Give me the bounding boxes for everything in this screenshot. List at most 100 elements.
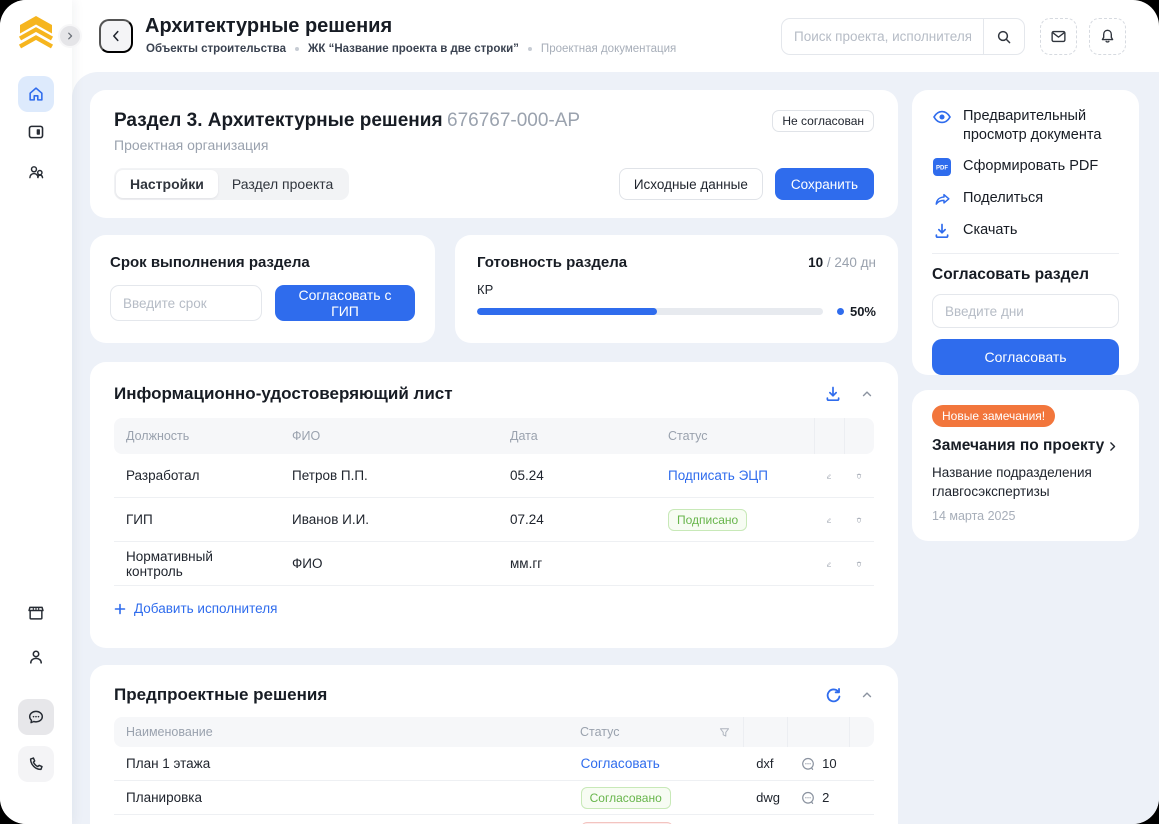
sidebar-item-chat[interactable] — [18, 699, 54, 735]
days-counter: 10 / 240 дн — [808, 255, 876, 270]
remarks-date: 14 марта 2025 — [932, 509, 1119, 523]
save-button[interactable]: Сохранить — [775, 168, 874, 200]
breadcrumb-item[interactable]: Объекты строительства — [146, 43, 286, 55]
chevron-up-icon — [860, 387, 874, 401]
signed-badge: Подписано — [668, 509, 747, 531]
edit-row-button[interactable] — [814, 556, 844, 572]
readiness-card: Готовность раздела 10 / 240 дн КР 50% — [455, 235, 898, 343]
app-logo — [14, 13, 58, 57]
messages-button[interactable] — [1040, 18, 1077, 55]
delete-row-button[interactable] — [844, 512, 874, 528]
table-row-partial — [114, 815, 874, 824]
deadline-title: Срок выполнения раздела — [110, 254, 415, 271]
sidebar-expand-button[interactable] — [58, 24, 82, 48]
status-column-label: Статус — [580, 725, 620, 739]
collapse-section-button[interactable] — [860, 387, 874, 401]
days-total: / 240 дн — [827, 255, 876, 270]
percent-value: 50% — [850, 304, 876, 319]
download-action[interactable]: Скачать — [932, 221, 1119, 241]
projects-icon — [27, 123, 45, 141]
table-row: Планировка Согласовано dwg 2 — [114, 781, 874, 815]
svg-text:PDF: PDF — [936, 166, 948, 172]
progress-dot-icon — [837, 308, 844, 315]
team-icon — [27, 163, 45, 181]
preview-document-action[interactable]: Предварительный просмотр документа — [932, 107, 1119, 145]
sidebar — [0, 0, 72, 824]
share-action[interactable]: Поделиться — [932, 189, 1119, 209]
download-icon — [932, 221, 952, 241]
info-sheet-title: Информационно-удостоверяющий лист — [114, 384, 453, 404]
approve-link[interactable]: Согласовать — [581, 756, 660, 771]
trash-icon — [856, 512, 862, 528]
row-menu-button[interactable] — [850, 757, 874, 771]
approve-section-title: Согласовать раздел — [932, 266, 1119, 284]
approve-days-input[interactable] — [932, 294, 1119, 328]
column-header-file — [743, 717, 787, 747]
sidebar-item-profile[interactable] — [18, 639, 54, 675]
comments-button[interactable]: 10 — [788, 756, 850, 772]
sidebar-item-market[interactable] — [18, 595, 54, 631]
comment-count: 2 — [822, 790, 829, 805]
search-button[interactable] — [983, 19, 1024, 54]
sidebar-item-home[interactable] — [18, 76, 54, 112]
sidebar-item-projects[interactable] — [18, 114, 54, 150]
tab-settings[interactable]: Настройки — [116, 170, 218, 198]
page-title: Архитектурные решения — [145, 15, 392, 38]
edit-row-button[interactable] — [814, 468, 844, 484]
tab-project-section[interactable]: Раздел проекта — [218, 170, 347, 198]
source-data-button[interactable]: Исходные данные — [619, 168, 763, 200]
back-button[interactable] — [99, 19, 133, 53]
column-header: Статус — [656, 429, 814, 443]
approve-with-gip-button[interactable]: Согласовать с ГИП — [275, 285, 415, 321]
sidebar-item-team[interactable] — [18, 154, 54, 190]
pdf-icon: PDF — [932, 157, 952, 177]
deadline-card: Срок выполнения раздела Согласовать с ГИ… — [90, 235, 435, 343]
row-menu-button[interactable] — [850, 791, 874, 805]
refresh-button[interactable] — [825, 687, 842, 704]
sidebar-item-phone[interactable] — [18, 746, 54, 782]
cell-file-type: dwg — [744, 790, 788, 805]
chevron-right-icon — [65, 31, 75, 41]
cell-role: Нормативный контроль — [114, 549, 280, 579]
app-window: Архитектурные решения Объекты строительс… — [0, 0, 1159, 824]
approve-button[interactable]: Согласовать — [932, 339, 1119, 375]
section-code: 676767-000-АР — [447, 110, 580, 131]
section-title-row: Раздел 3. Архитектурные решения 676767-0… — [114, 110, 580, 132]
notifications-button[interactable] — [1089, 18, 1126, 55]
plus-icon — [114, 603, 126, 615]
collapse-section-button[interactable] — [860, 688, 874, 702]
cell-date: 05.24 — [498, 468, 656, 483]
user-icon — [27, 648, 45, 666]
table-row: Разработал Петров П.П. 05.24 Подписать Э… — [114, 454, 874, 498]
sign-ecp-link[interactable]: Подписать ЭЦП — [668, 468, 768, 483]
breadcrumb: Объекты строительства ЖК “Название проек… — [146, 43, 676, 55]
edit-row-button[interactable] — [814, 512, 844, 528]
section-header-card: Раздел 3. Архитектурные решения 676767-0… — [90, 90, 898, 218]
deadline-input[interactable] — [110, 285, 262, 321]
comments-button[interactable]: 2 — [788, 790, 850, 806]
remarks-title: Замечания по проекту — [932, 437, 1104, 455]
delete-row-button[interactable] — [844, 468, 874, 484]
section-title: Раздел 3. Архитектурные решения — [114, 110, 443, 131]
chevron-up-icon — [860, 688, 874, 702]
add-executor-button[interactable]: Добавить исполнителя — [114, 601, 277, 616]
new-remarks-badge: Новые замечания! — [932, 405, 1055, 427]
breadcrumb-item[interactable]: ЖК “Название проекта в две строки” — [308, 43, 519, 55]
filter-icon[interactable] — [718, 726, 731, 739]
action-label: Скачать — [963, 221, 1017, 240]
predesign-title: Предпроектные решения — [114, 685, 327, 705]
section-tabs: Настройки Раздел проекта — [114, 168, 349, 200]
search-input[interactable] — [782, 19, 983, 54]
cell-date: мм.гг — [498, 556, 656, 571]
search-icon — [996, 29, 1012, 45]
home-icon — [27, 85, 45, 103]
breadcrumb-separator — [295, 47, 299, 51]
generate-pdf-action[interactable]: PDF Сформировать PDF — [932, 157, 1119, 177]
eye-icon — [932, 107, 952, 127]
info-sheet-card: Информационно-удостоверяющий лист Должно… — [90, 362, 898, 648]
document-actions-card: Предварительный просмотр документа PDF С… — [912, 90, 1139, 375]
download-sheet-button[interactable] — [824, 385, 842, 403]
delete-row-button[interactable] — [844, 556, 874, 572]
comment-count: 10 — [822, 756, 836, 771]
remarks-link[interactable]: Замечания по проекту — [932, 437, 1119, 455]
